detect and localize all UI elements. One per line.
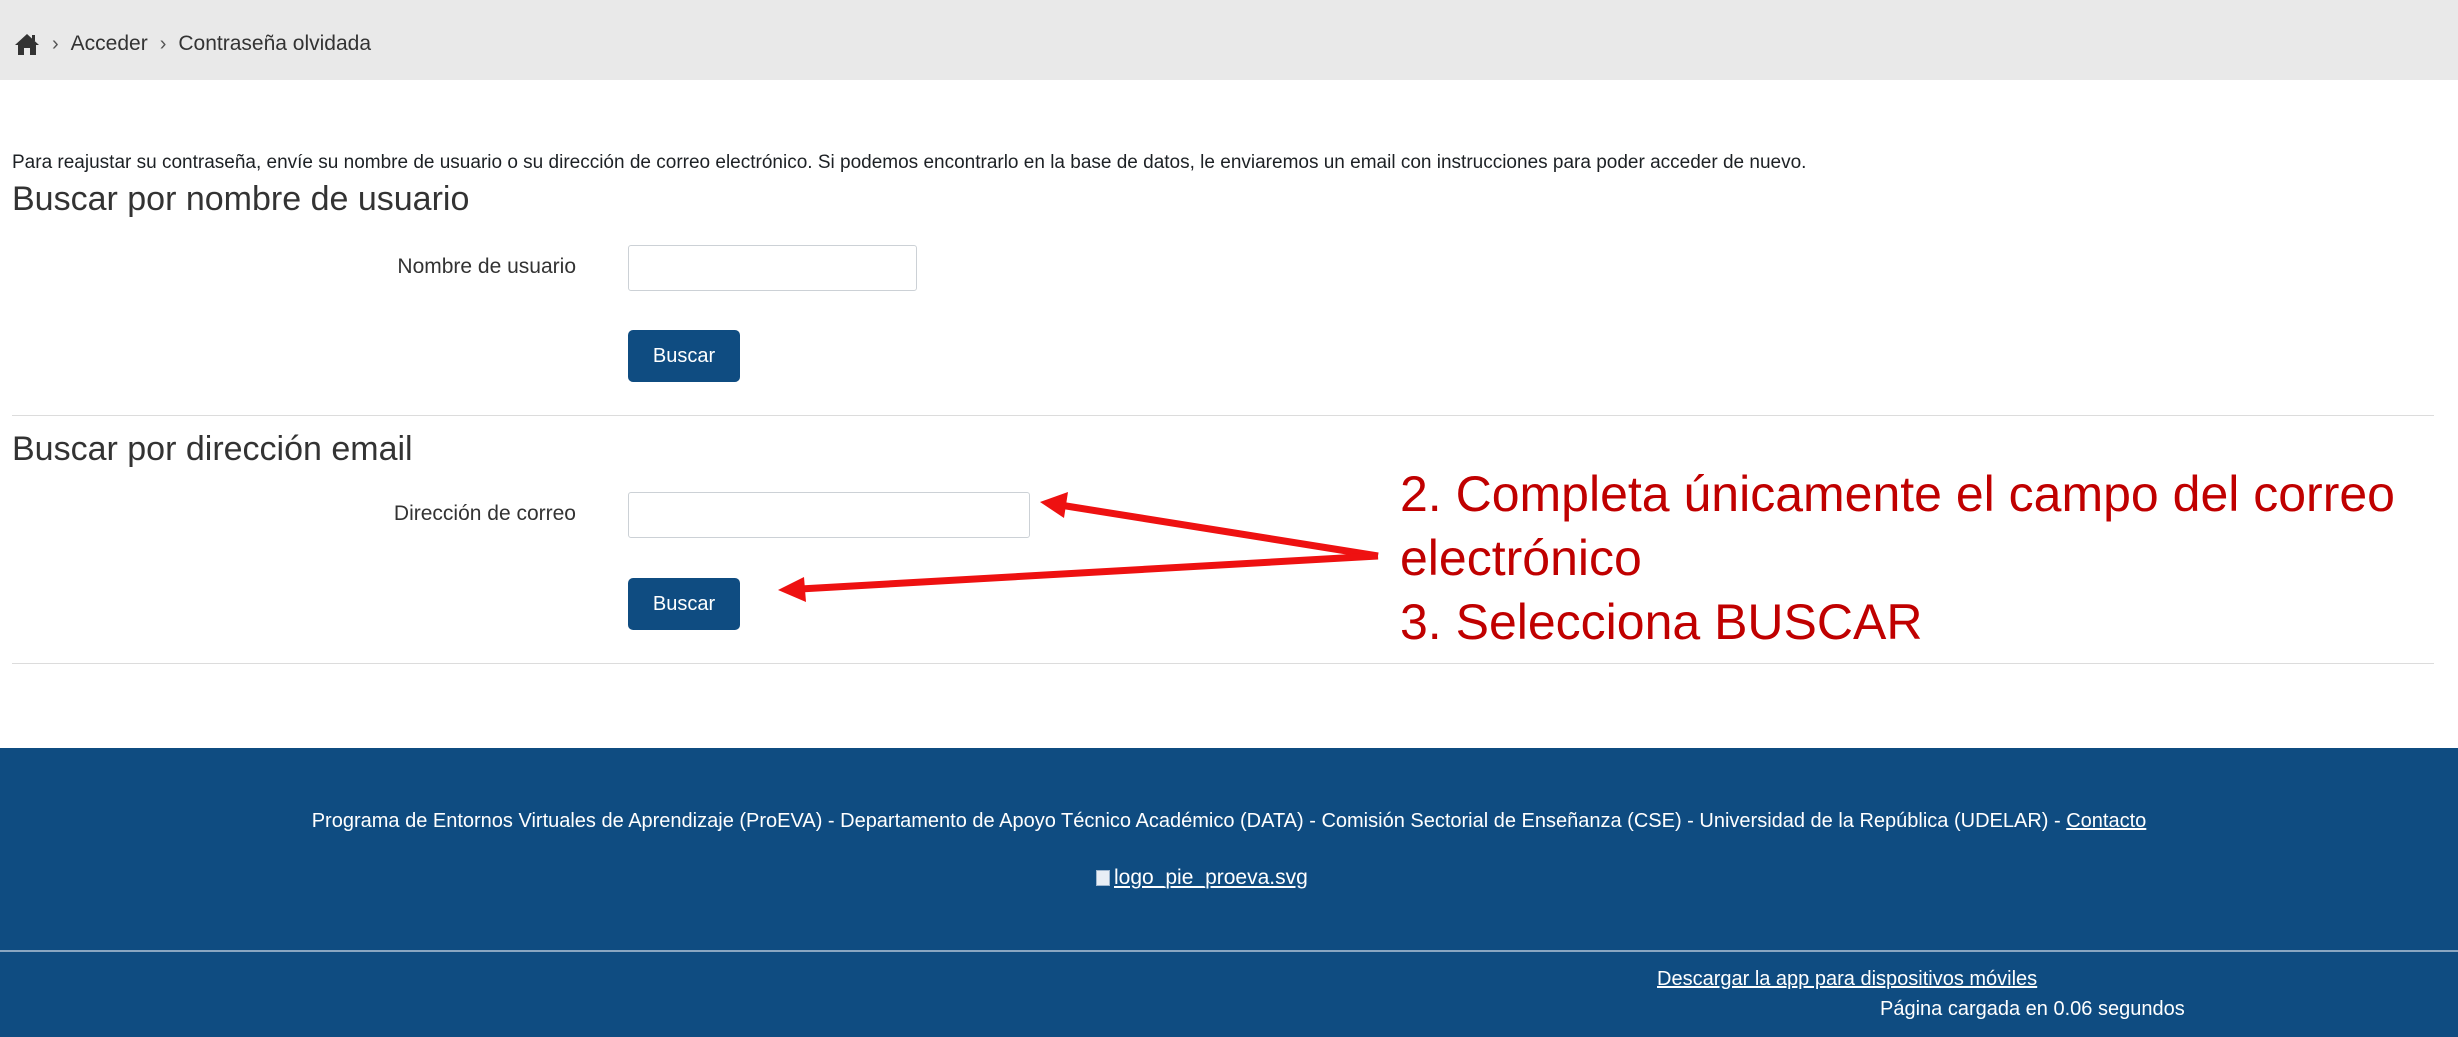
footer-logo-link[interactable]: logo_pie_proeva.svg (1096, 866, 1308, 890)
email-label: Dirección de correo (393, 502, 576, 525)
username-label: Nombre de usuario (397, 255, 576, 278)
annotation-line-3: 3. Selecciona BUSCAR (1400, 594, 1923, 650)
breadcrumb: › Acceder › Contraseña olvidada (14, 29, 371, 59)
footer-credits: Programa de Entornos Virtuales de Aprend… (0, 810, 2458, 833)
breadcrumb-bar: › Acceder › Contraseña olvidada (0, 0, 2458, 80)
search-email-button[interactable]: Buscar (628, 578, 740, 630)
page-footer: Programa de Entornos Virtuales de Aprend… (0, 748, 2458, 1037)
breadcrumb-item-forgot-password: Contraseña olvidada (178, 32, 372, 55)
username-input[interactable] (628, 245, 917, 291)
username-section-heading: Buscar por nombre de usuario (12, 180, 470, 218)
page-load-time: Página cargada en 0.06 segundos (1880, 998, 2185, 1020)
annotation-line-2: electrónico (1400, 530, 1642, 586)
intro-text: Para reajustar su contraseña, envíe su n… (12, 152, 1807, 173)
arrow-head-email-input (1040, 492, 1068, 518)
breadcrumb-item-login[interactable]: Acceder (71, 32, 148, 56)
breadcrumb-separator: › (159, 32, 167, 55)
annotation-line-1: 2. Completa únicamente el campo del corr… (1400, 466, 2395, 522)
footer-logo-alt: logo_pie_proeva.svg (1114, 866, 1308, 889)
broken-image-icon (1096, 870, 1110, 886)
home-icon[interactable] (14, 32, 40, 56)
arrow-to-search-button (799, 552, 1379, 593)
section-divider (12, 663, 2434, 664)
arrow-to-email-input (1059, 501, 1379, 560)
instruction-annotation: 2. Completa únicamente el campo del corr… (1400, 462, 2395, 654)
breadcrumb-separator: › (52, 32, 59, 55)
email-input[interactable] (628, 492, 1030, 538)
mobile-app-link[interactable]: Descargar la app para dispositivos móvil… (1657, 968, 2037, 991)
arrow-head-search-button (778, 577, 806, 602)
section-divider (12, 415, 2434, 416)
search-username-button[interactable]: Buscar (628, 330, 740, 382)
contact-link[interactable]: Contacto (2066, 810, 2146, 832)
footer-credits-text: Programa de Entornos Virtuales de Aprend… (311, 810, 2067, 832)
email-section-heading: Buscar por dirección email (12, 430, 413, 468)
footer-divider (0, 950, 2458, 952)
